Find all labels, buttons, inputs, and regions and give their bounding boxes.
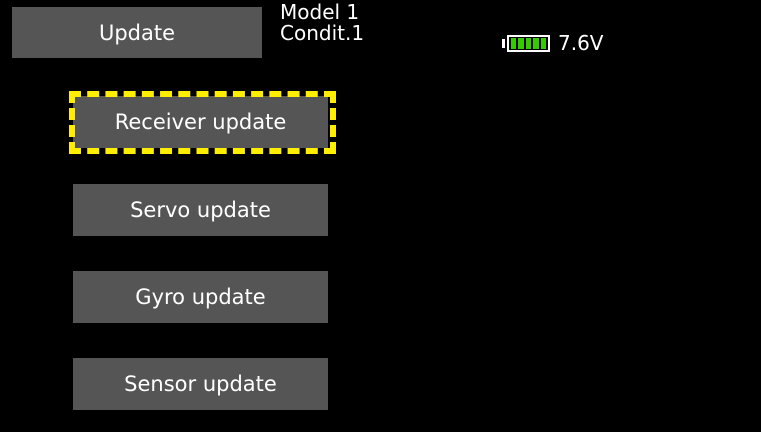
condition-name: Condit.1 xyxy=(280,21,365,45)
battery-segment xyxy=(518,37,524,49)
battery-segment xyxy=(511,37,517,49)
page-title-label: Update xyxy=(98,20,176,45)
battery-icon xyxy=(507,34,550,52)
battery-voltage: 7.6V xyxy=(558,31,604,55)
battery-segment xyxy=(533,37,539,49)
page-title: Update xyxy=(12,7,262,58)
battery-terminal xyxy=(502,38,505,48)
model-info: Model 1 Condit.1 xyxy=(280,2,364,44)
battery-segment xyxy=(540,37,547,49)
gyro-update-button[interactable]: Gyro update xyxy=(73,271,328,323)
battery-indicator: 7.6V xyxy=(502,31,604,55)
receiver-update-label: Receiver update xyxy=(114,110,287,134)
gyro-update-label: Gyro update xyxy=(135,285,266,309)
servo-update-label: Servo update xyxy=(130,198,271,222)
sensor-update-button[interactable]: Sensor update xyxy=(73,358,328,410)
screen: Update Model 1 Condit.1 7.6V Receiver up… xyxy=(0,0,761,432)
model-name: Model 1 xyxy=(280,0,360,24)
sensor-update-label: Sensor update xyxy=(124,372,277,396)
receiver-update-button[interactable]: Receiver update xyxy=(73,96,328,148)
servo-update-button[interactable]: Servo update xyxy=(73,184,328,236)
battery-segment xyxy=(525,37,532,49)
